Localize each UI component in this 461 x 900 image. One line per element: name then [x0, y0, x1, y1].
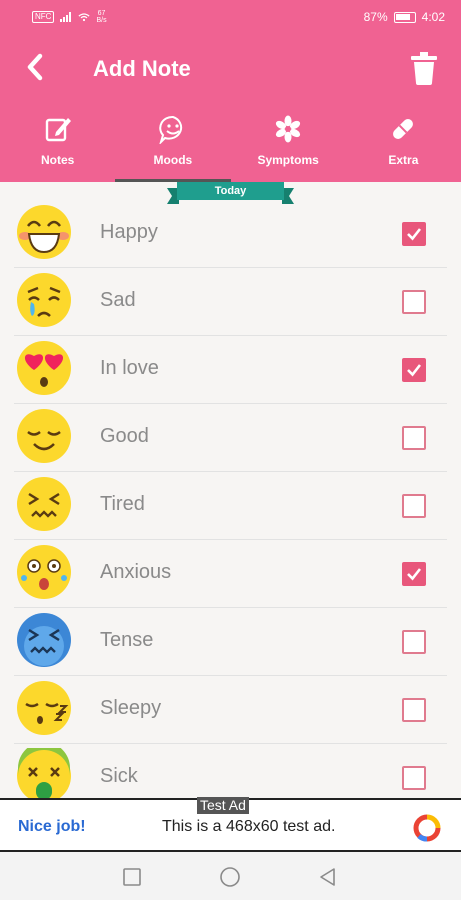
status-right: 87% 4:02	[364, 10, 445, 24]
home-icon[interactable]	[219, 866, 241, 888]
recents-icon[interactable]	[121, 866, 143, 888]
tab-moods[interactable]: Moods	[115, 104, 231, 182]
app-bar: Add Note	[0, 36, 461, 104]
ad-banner[interactable]: Test Ad Nice job! This is a 468x60 test …	[0, 797, 461, 852]
speed-unit: B/s	[96, 17, 107, 24]
ad-choices-icon[interactable]	[413, 814, 441, 842]
battery-icon	[393, 11, 416, 23]
carrier-badge: NFC	[32, 11, 55, 23]
status-left: NFC 67 B/s	[32, 10, 107, 24]
tense-emoji-icon	[17, 613, 71, 667]
mood-label: Sick	[100, 765, 138, 787]
tab-symptoms-label: Symptoms	[257, 153, 319, 167]
smiley-chat-icon	[159, 115, 182, 144]
mood-label: Happy	[100, 221, 158, 243]
happy-emoji-icon	[17, 205, 71, 259]
ad-text: This is a 468x60 test ad.	[162, 818, 336, 835]
mood-checkbox[interactable]	[402, 426, 426, 450]
tab-extra[interactable]: Extra	[346, 104, 461, 182]
mood-row-sleepy[interactable]: Sleepy	[14, 676, 447, 744]
date-ribbon-label: Today	[214, 185, 247, 197]
pill-icon	[393, 119, 414, 139]
chevron-left-icon	[27, 53, 43, 81]
checkmark-icon	[407, 568, 422, 581]
checkmark-icon	[407, 364, 422, 377]
mood-label: Anxious	[100, 561, 172, 583]
clock: 4:02	[421, 10, 445, 24]
tab-bar: Notes Moods Symptoms Extra	[0, 104, 461, 182]
mood-checkbox[interactable]	[402, 494, 426, 518]
anxious-emoji-icon	[17, 545, 71, 599]
tab-notes[interactable]: Notes	[0, 104, 115, 182]
mood-checkbox[interactable]	[402, 222, 426, 246]
sad-emoji-icon	[17, 273, 71, 327]
mood-row-in-love[interactable]: In love	[14, 336, 447, 404]
in-love-emoji-icon	[17, 341, 71, 395]
system-nav-bar	[0, 852, 461, 900]
sick-emoji-icon	[17, 748, 71, 803]
mood-row-tired[interactable]: Tired	[14, 472, 447, 540]
ad-tag: Test Ad	[197, 797, 249, 814]
tired-emoji-icon	[17, 477, 71, 531]
mood-label: In love	[100, 357, 159, 379]
tab-notes-label: Notes	[40, 153, 75, 167]
checkmark-icon	[407, 228, 422, 241]
wifi-icon	[78, 13, 91, 22]
trash-icon	[411, 52, 437, 85]
network-speed: 67 B/s	[96, 10, 106, 24]
speed-value: 67	[97, 10, 106, 17]
tab-moods-label: Moods	[153, 153, 193, 167]
note-edit-icon	[45, 118, 71, 142]
mood-checkbox[interactable]	[402, 562, 426, 586]
mood-row-happy[interactable]: Happy	[14, 200, 447, 268]
back-nav-icon[interactable]	[317, 866, 339, 888]
mood-checkbox[interactable]	[402, 358, 426, 382]
mood-checkbox[interactable]	[402, 290, 426, 314]
mood-row-tense[interactable]: Tense	[14, 608, 447, 676]
status-bar: NFC 67 B/s 87% 4:02	[0, 0, 461, 36]
mood-checkbox[interactable]	[402, 698, 426, 722]
mood-row-anxious[interactable]: Anxious	[14, 540, 447, 608]
mood-label: Tired	[100, 493, 145, 515]
sleepy-emoji-icon	[17, 681, 71, 735]
mood-row-sad[interactable]: Sad	[14, 268, 447, 336]
mood-checkbox[interactable]	[402, 766, 426, 790]
page-title: Add Note	[93, 56, 191, 81]
tab-extra-label: Extra	[388, 153, 419, 167]
tab-symptoms[interactable]: Symptoms	[231, 104, 346, 182]
mood-checkbox[interactable]	[402, 630, 426, 654]
good-emoji-icon	[17, 409, 71, 463]
mood-label: Sleepy	[100, 697, 162, 719]
back-button[interactable]	[20, 50, 54, 84]
battery-percent: 87%	[363, 10, 388, 24]
asterisk-icon	[276, 115, 301, 143]
mood-label: Good	[100, 425, 149, 447]
delete-button[interactable]	[407, 50, 441, 86]
signal-icon	[60, 12, 72, 22]
mood-label: Tense	[100, 629, 154, 651]
mood-label: Sad	[100, 289, 136, 311]
ad-nice-label: Nice job!	[18, 818, 86, 835]
mood-row-good[interactable]: Good	[14, 404, 447, 472]
